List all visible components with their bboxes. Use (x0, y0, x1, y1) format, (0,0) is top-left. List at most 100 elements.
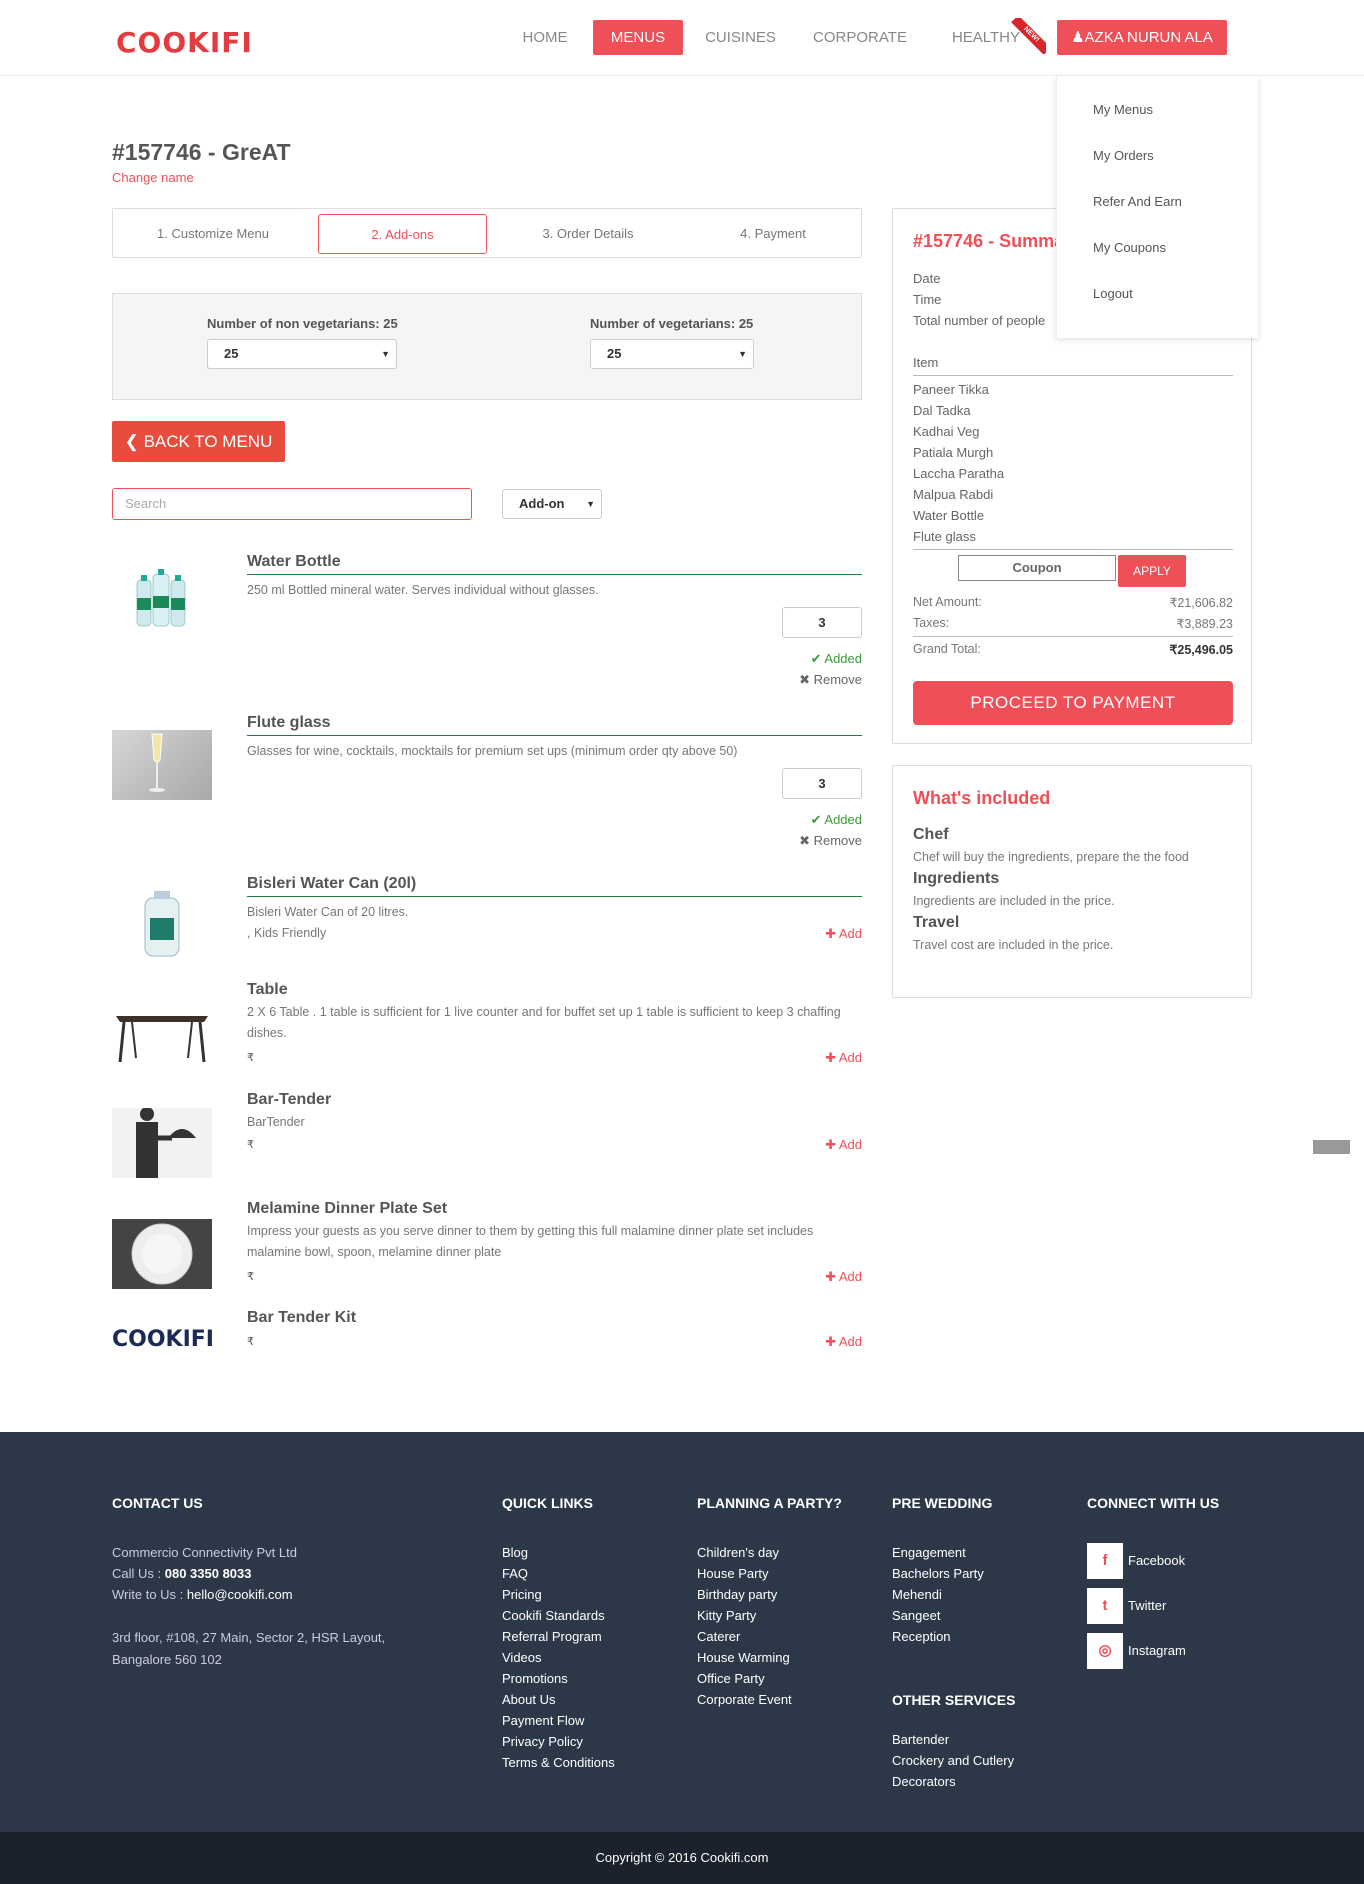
proceed-to-payment-button[interactable]: PROCEED TO PAYMENT (913, 681, 1233, 725)
nav-corporate[interactable]: CORPORATE (806, 20, 914, 55)
footer-link-videos[interactable]: Videos (502, 1650, 542, 1665)
footer-link-service[interactable]: Crockery and Cutlery (892, 1753, 1014, 1768)
cookifi-logo[interactable]: COOKIFI (116, 26, 253, 59)
apply-coupon-button[interactable]: APPLY (1118, 555, 1186, 587)
summary-item: Laccha Paratha (913, 466, 1005, 481)
menu-item-my-coupons[interactable]: My Coupons (1093, 240, 1166, 255)
item-header: Item (913, 355, 939, 370)
addon-price: ₹ (247, 1052, 254, 1064)
email-link[interactable]: hello@cookifi.com (187, 1587, 293, 1602)
time-label: Time (913, 292, 942, 307)
footer-link-blog[interactable]: Blog (502, 1545, 528, 1560)
change-name-link[interactable]: Change name (112, 170, 194, 185)
menu-item-refer-and-earn[interactable]: Refer And Earn (1093, 194, 1182, 209)
chevron-down-icon: ▼ (586, 499, 595, 509)
footer-link-wedding[interactable]: Sangeet (892, 1608, 940, 1623)
addon-filter-select[interactable]: Add-on ▼ (502, 489, 602, 519)
chevron-down-icon: ▼ (738, 349, 747, 359)
instagram-link[interactable]: Instagram (1128, 1643, 1186, 1658)
footer-link-party[interactable]: Office Party (697, 1671, 765, 1686)
back-to-menu-button[interactable]: ❮ BACK TO MENU (112, 421, 285, 462)
twitter-link[interactable]: Twitter (1128, 1598, 1166, 1613)
footer-link-pricing[interactable]: Pricing (502, 1587, 542, 1602)
new-badge: NEW! (1010, 18, 1046, 54)
add-button[interactable]: ✚ Add (762, 926, 862, 942)
remove-button[interactable]: ✖ Remove (762, 672, 862, 688)
addon-price: ₹ (247, 1139, 254, 1151)
add-button[interactable]: ✚ Add (762, 1334, 862, 1350)
menu-item-my-orders[interactable]: My Orders (1093, 148, 1154, 163)
coupon-input[interactable]: Coupon (958, 555, 1116, 581)
addon-description: BarTender (247, 1115, 305, 1129)
divider (247, 574, 862, 575)
add-button[interactable]: ✚ Add (762, 1269, 862, 1285)
net-amount-value: ₹21,606.82 (1169, 596, 1233, 610)
company-name: Commercio Connectivity Pvt Ltd (112, 1545, 297, 1560)
footer-link-about[interactable]: About Us (502, 1692, 555, 1707)
plus-icon: ✚ (825, 1269, 839, 1284)
footer-link-wedding[interactable]: Mehendi (892, 1587, 942, 1602)
close-icon: ✖ (799, 833, 814, 848)
footer-link-party[interactable]: Birthday party (697, 1587, 777, 1602)
table-image (112, 998, 212, 1068)
nav-menus[interactable]: MENUS (593, 20, 683, 55)
footer-link-standards[interactable]: Cookifi Standards (502, 1608, 605, 1623)
veg-count-select[interactable]: 25 ▼ (590, 339, 754, 369)
email-line: Write to Us : hello@cookifi.com (112, 1587, 293, 1602)
included-text: Travel cost are included in the price. (913, 938, 1114, 952)
side-feedback-tab[interactable] (1313, 1140, 1350, 1154)
facebook-link[interactable]: Facebook (1128, 1553, 1185, 1568)
footer-link-service[interactable]: Decorators (892, 1774, 956, 1789)
footer-link-terms[interactable]: Terms & Conditions (502, 1755, 615, 1770)
footer-link-payment-flow[interactable]: Payment Flow (502, 1713, 584, 1728)
twitter-icon[interactable]: t (1087, 1588, 1123, 1624)
phone-line: Call Us : 080 3350 8033 (112, 1566, 252, 1581)
step-customize-menu[interactable]: 1. Customize Menu (123, 214, 303, 254)
footer-link-promotions[interactable]: Promotions (502, 1671, 568, 1686)
footer-link-party[interactable]: Corporate Event (697, 1692, 792, 1707)
remove-button[interactable]: ✖ Remove (762, 833, 862, 849)
added-status: ✔ Added (810, 651, 862, 666)
add-button[interactable]: ✚ Add (762, 1050, 862, 1066)
nav-home[interactable]: HOME (510, 20, 580, 55)
summary-item: Kadhai Veg (913, 424, 980, 439)
included-title: What's included (913, 788, 1051, 808)
footer-link-party[interactable]: House Warming (697, 1650, 790, 1665)
user-menu-button[interactable]: ♟AZKA NURUN ALA (1057, 20, 1227, 55)
addon-name: Water Bottle (247, 553, 341, 570)
footer-link-wedding[interactable]: Bachelors Party (892, 1566, 984, 1581)
menu-item-logout[interactable]: Logout (1093, 286, 1133, 301)
nav-cuisines[interactable]: CUISINES (698, 20, 783, 55)
connect-heading: CONNECT WITH US (1087, 1495, 1220, 1511)
addon-description: 2 X 6 Table . 1 table is sufficient for … (247, 1005, 841, 1040)
footer-link-party[interactable]: Caterer (697, 1629, 740, 1644)
search-input[interactable]: Search (112, 488, 472, 520)
taxes-value: ₹3,889.23 (1176, 617, 1233, 631)
footer-link-party[interactable]: House Party (697, 1566, 769, 1581)
step-add-ons[interactable]: 2. Add-ons (318, 214, 487, 254)
footer-link-party[interactable]: Kitty Party (697, 1608, 756, 1623)
step-payment[interactable]: 4. Payment (683, 214, 863, 254)
quantity-input[interactable]: 3 (782, 607, 862, 638)
included-heading: Ingredients (913, 870, 1000, 887)
nonveg-count-select[interactable]: 25 ▼ (207, 339, 397, 369)
addon-description: Impress your guests as you serve dinner … (247, 1224, 814, 1259)
menu-item-my-menus[interactable]: My Menus (1093, 102, 1153, 117)
plus-icon: ✚ (825, 1334, 839, 1349)
instagram-icon[interactable]: ◎ (1087, 1633, 1123, 1669)
footer-link-service[interactable]: Bartender (892, 1732, 949, 1747)
step-order-details[interactable]: 3. Order Details (498, 214, 678, 254)
footer-link-referral[interactable]: Referral Program (502, 1629, 602, 1644)
footer-link-party[interactable]: Children's day (697, 1545, 779, 1560)
footer-link-faq[interactable]: FAQ (502, 1566, 528, 1581)
quantity-input[interactable]: 3 (782, 768, 862, 799)
footer-link-privacy[interactable]: Privacy Policy (502, 1734, 583, 1749)
add-button[interactable]: ✚ Add (762, 1137, 862, 1153)
bartender-image (112, 1107, 212, 1178)
contact-heading: CONTACT US (112, 1495, 203, 1511)
footer-link-wedding[interactable]: Reception (892, 1629, 951, 1644)
included-heading: Chef (913, 826, 949, 843)
footer-link-wedding[interactable]: Engagement (892, 1545, 966, 1560)
addon-price: ₹ (247, 1336, 254, 1348)
facebook-icon[interactable]: f (1087, 1543, 1123, 1579)
